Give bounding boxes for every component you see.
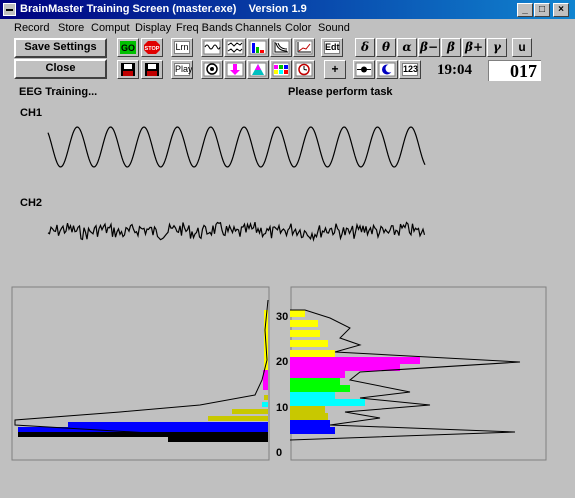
right-band-bar-11 [290, 399, 365, 406]
right-band-bar-10 [290, 392, 335, 399]
right-band-bar-12 [290, 406, 325, 413]
right-band-bar-5 [290, 357, 420, 364]
left-band-bar-2 [232, 409, 268, 414]
right-band-bar-6 [290, 364, 400, 371]
tick-0: 0 [276, 447, 282, 459]
right-band-bar-0 [290, 310, 305, 317]
right-band-bar-8 [290, 378, 340, 385]
right-band-bar-1 [290, 320, 318, 327]
right-band-bar-9 [290, 385, 350, 392]
left-band-bar-3 [208, 416, 268, 421]
tick-20: 20 [276, 356, 288, 368]
right-band-bar-13 [290, 413, 328, 420]
tick-10: 10 [276, 402, 288, 414]
right-band-bar-7 [290, 371, 345, 378]
right-band-bar-4 [290, 350, 335, 357]
tick-30: 30 [276, 311, 288, 323]
right-band-bar-2 [290, 330, 320, 337]
right-band-bar-3 [290, 340, 328, 347]
right-band-bar-15 [290, 427, 335, 434]
left-band-bar-1 [262, 402, 268, 407]
left-band-bar-0 [264, 395, 268, 400]
left-band-bar-4 [68, 422, 268, 427]
right-band-bar-14 [290, 420, 330, 427]
spectrum-panel: 30 20 10 0 [11, 286, 547, 461]
